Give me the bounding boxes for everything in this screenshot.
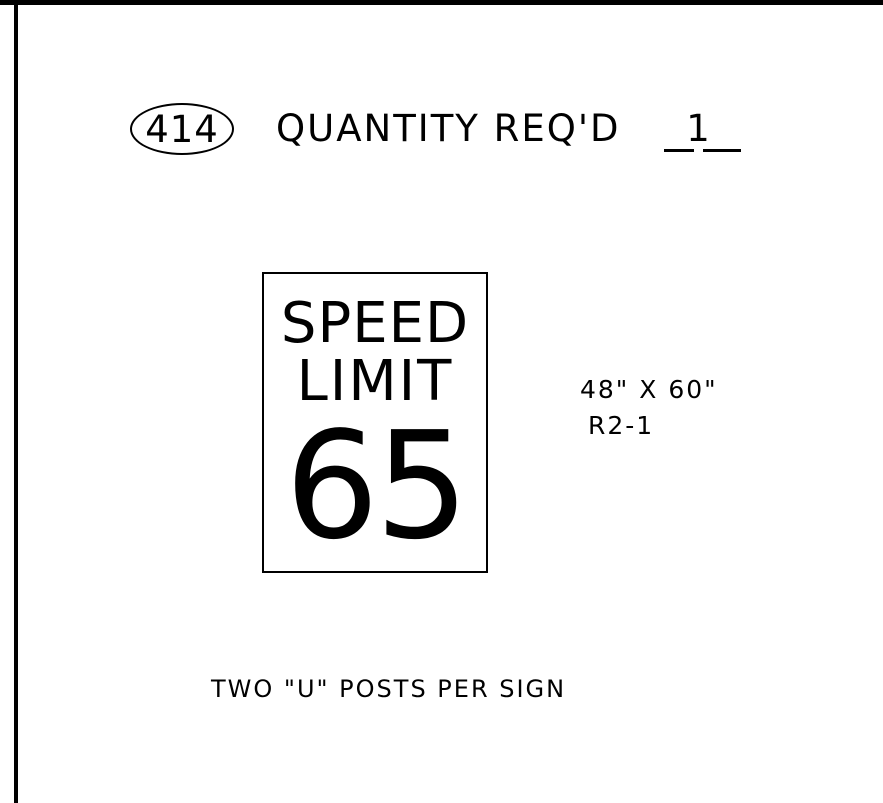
sheet-border-top	[0, 0, 883, 5]
posts-note: TWO "U" POSTS PER SIGN	[211, 675, 567, 703]
quantity-value: 1	[686, 107, 710, 150]
sign-speed-value: 65	[284, 400, 469, 572]
sign-code-label: R2-1	[588, 411, 655, 440]
speed-limit-sign: SPEED LIMIT 65	[262, 272, 488, 573]
sign-line-speed: SPEED	[280, 291, 470, 356]
item-number: 414	[145, 107, 219, 151]
quantity-label: QUANTITY REQ'D	[276, 107, 621, 150]
sheet-border-left	[14, 0, 18, 803]
sign-size-label: 48" X 60"	[580, 375, 718, 404]
